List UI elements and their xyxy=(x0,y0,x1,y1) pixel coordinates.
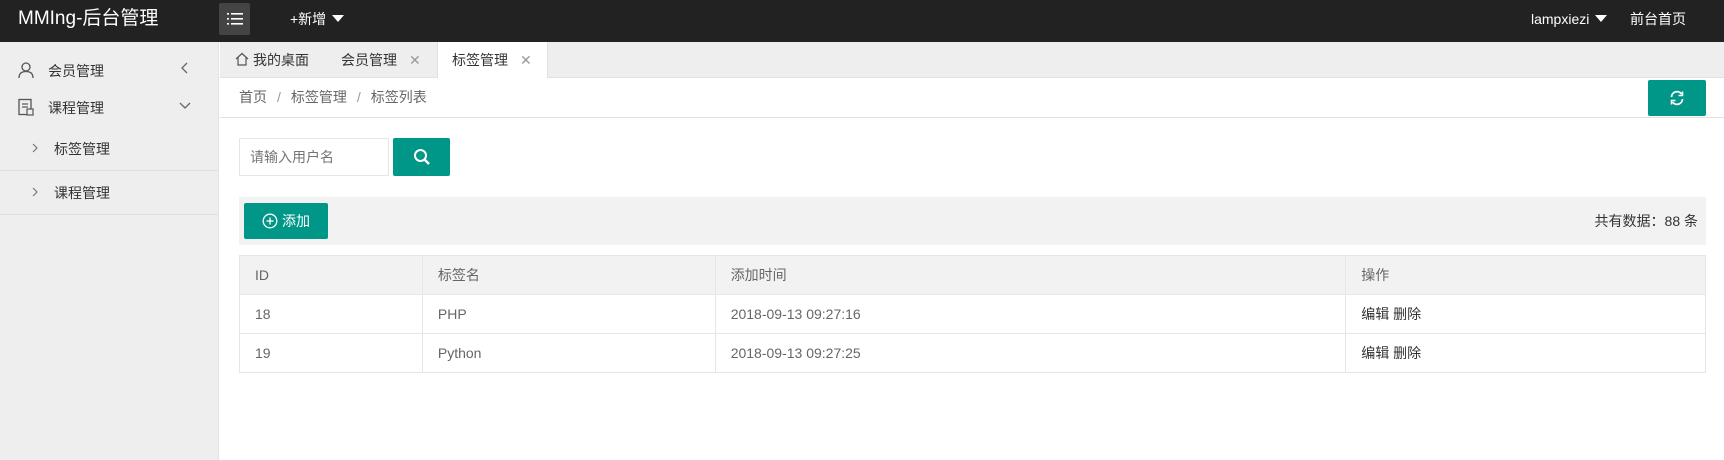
home-icon xyxy=(235,52,249,66)
breadcrumb-bar: 首页 / 标签管理 / 标签列表 xyxy=(220,78,1724,118)
sidebar-subitem-label: 课程管理 xyxy=(54,185,110,201)
cell-actions: 编辑 删除 xyxy=(1345,333,1706,373)
tab-label: 会员管理 xyxy=(341,52,397,68)
table-row: 18 PHP 2018-09-13 09:27:16 编辑 删除 xyxy=(239,294,1706,334)
column-header-time: 添加时间 xyxy=(714,255,1347,295)
edit-link[interactable]: 编辑 xyxy=(1361,306,1389,322)
search-input[interactable] xyxy=(239,138,389,176)
sidebar-subitem-tags[interactable]: 标签管理 xyxy=(0,127,218,171)
delete-link[interactable]: 删除 xyxy=(1393,306,1421,322)
sidebar-item-label: 课程管理 xyxy=(48,100,104,116)
add-button[interactable]: 添加 xyxy=(244,203,328,239)
chevron-down-icon xyxy=(179,102,191,109)
top-header: MMIng-后台管理 +新增 lampxiezi 前台首页 xyxy=(0,0,1724,42)
breadcrumb-separator: / xyxy=(356,89,361,105)
breadcrumb-separator: / xyxy=(277,89,281,105)
column-header-id: ID xyxy=(239,255,423,295)
column-header-name: 标签名 xyxy=(421,255,716,295)
search-button[interactable] xyxy=(393,138,450,176)
sidebar-subitem-label: 标签管理 xyxy=(54,141,110,157)
cell-time: 2018-09-13 09:27:16 xyxy=(714,294,1347,334)
app-logo: MMIng-后台管理 xyxy=(18,8,159,29)
chevron-left-icon xyxy=(181,62,188,74)
sidebar-item-label: 会员管理 xyxy=(48,63,104,79)
new-menu[interactable]: +新增 xyxy=(290,0,345,38)
cell-name: Python xyxy=(421,333,716,373)
add-button-label: 添加 xyxy=(282,213,310,229)
refresh-button[interactable] xyxy=(1648,80,1706,116)
column-header-actions: 操作 xyxy=(1345,255,1706,295)
chevron-right-icon xyxy=(32,187,38,197)
tab-bar: 我的桌面 会员管理 ✕ 标签管理 ✕ xyxy=(220,42,1724,79)
front-home-link[interactable]: 前台首页 xyxy=(1630,0,1686,38)
list-icon xyxy=(226,13,243,25)
caret-down-icon xyxy=(1595,15,1608,22)
cell-id: 18 xyxy=(239,294,423,334)
sidebar: 会员管理 课程管理 标签管理 课程管理 xyxy=(0,42,219,460)
chevron-right-icon xyxy=(32,143,38,153)
breadcrumb-item[interactable]: 首页 xyxy=(239,89,267,105)
cell-actions: 编辑 删除 xyxy=(1345,294,1706,334)
cell-time: 2018-09-13 09:27:25 xyxy=(714,333,1347,373)
edit-link[interactable]: 编辑 xyxy=(1361,345,1389,361)
new-menu-label: +新增 xyxy=(290,11,327,27)
course-icon xyxy=(18,98,34,116)
close-icon[interactable]: ✕ xyxy=(520,42,532,78)
tab-tags[interactable]: 标签管理 ✕ xyxy=(437,42,548,79)
cell-name: PHP xyxy=(421,294,716,334)
table-row: 19 Python 2018-09-13 09:27:25 编辑 删除 xyxy=(239,333,1706,373)
tab-label: 标签管理 xyxy=(452,52,508,68)
delete-link[interactable]: 删除 xyxy=(1393,345,1421,361)
tab-members[interactable]: 会员管理 ✕ xyxy=(341,42,421,78)
table-toolbar: 添加 共有数据：88 条 xyxy=(239,197,1706,245)
sidebar-item-members[interactable]: 会员管理 xyxy=(0,50,218,90)
tab-desktop[interactable]: 我的桌面 xyxy=(235,42,309,78)
table-header-row: ID 标签名 添加时间 操作 xyxy=(239,255,1706,295)
user-icon xyxy=(18,62,34,79)
breadcrumb-item[interactable]: 标签管理 xyxy=(291,89,347,105)
close-icon[interactable]: ✕ xyxy=(409,42,421,78)
cell-id: 19 xyxy=(239,333,423,373)
refresh-icon xyxy=(1670,90,1684,106)
search-icon xyxy=(413,149,430,165)
tab-label: 我的桌面 xyxy=(253,52,309,68)
user-name: lampxiezi xyxy=(1531,11,1590,27)
tags-table: ID 标签名 添加时间 操作 18 PHP 2018-09-13 09:27:1… xyxy=(239,255,1706,373)
caret-down-icon xyxy=(332,15,345,22)
sidebar-item-courses[interactable]: 课程管理 xyxy=(0,87,218,127)
plus-circle-icon xyxy=(262,213,278,229)
breadcrumb-item: 标签列表 xyxy=(370,89,427,105)
menu-toggle-button[interactable] xyxy=(219,3,250,35)
total-count: 共有数据：88 条 xyxy=(1594,213,1698,229)
sidebar-subitem-courses[interactable]: 课程管理 xyxy=(0,171,218,215)
user-menu[interactable]: lampxiezi xyxy=(1531,0,1608,38)
breadcrumb: 首页 / 标签管理 / 标签列表 xyxy=(239,78,427,116)
